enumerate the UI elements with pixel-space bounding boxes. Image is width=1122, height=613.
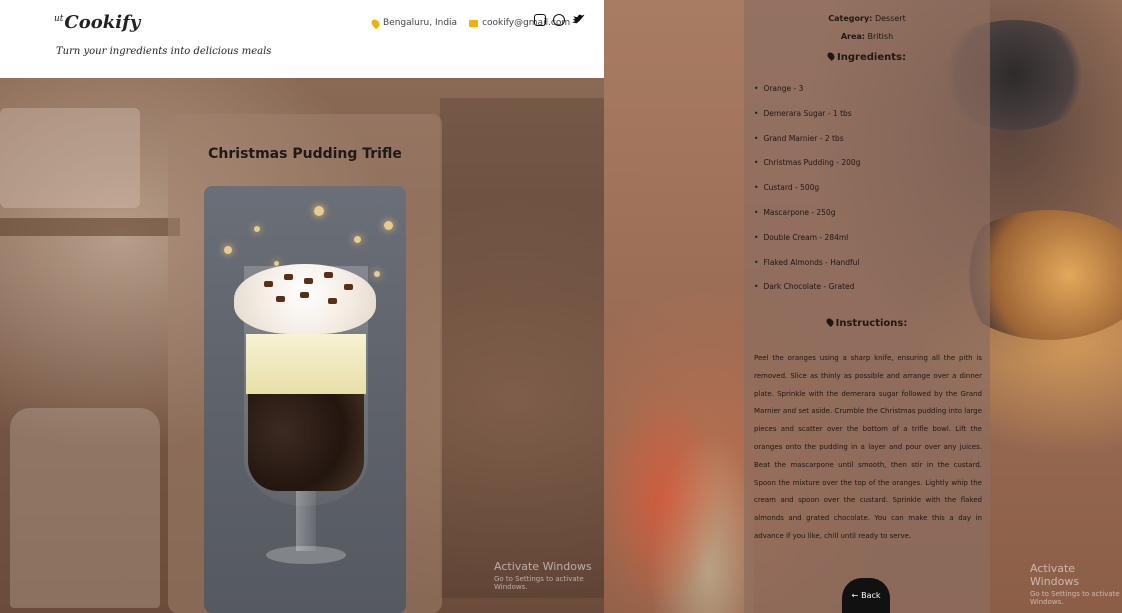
site-header: utCookify Turn your ingredients into del… xyxy=(0,0,604,78)
category-label: Category: xyxy=(828,14,873,23)
logo-text: Cookify xyxy=(64,12,141,33)
location: Bengaluru, India xyxy=(369,17,458,29)
watermark-subtitle: Go to Settings to activate Windows. xyxy=(1030,590,1120,606)
watermark-title: Activate Windows xyxy=(1030,562,1080,588)
recipe-details-view: Category: Dessert Area: British Ingredie… xyxy=(604,0,1122,613)
ingredients-list: Orange - 3 Demerara Sugar - 1 tbs Grand … xyxy=(754,82,860,305)
back-button[interactable]: ← Back xyxy=(842,578,890,613)
recipe-title: Christmas Pudding Trifle xyxy=(208,146,402,162)
ingredients-heading: Ingredients: xyxy=(744,51,990,63)
activate-windows-watermark: Activate Windows Go to Settings to activ… xyxy=(1030,562,1122,606)
list-item: Double Cream - 284ml xyxy=(754,231,860,256)
social-links xyxy=(534,14,585,26)
area-label: Area: xyxy=(840,32,865,41)
area-value: British xyxy=(867,32,894,41)
category: Category: Dessert xyxy=(744,14,990,23)
list-item: Custard - 500g xyxy=(754,181,860,206)
back-label: Back xyxy=(861,591,881,600)
ingredients-icon xyxy=(826,51,836,61)
list-item: Christmas Pudding - 200g xyxy=(754,156,860,181)
tagline: Turn your ingredients into delicious mea… xyxy=(56,46,272,57)
recipe-details-panel: Category: Dessert Area: British Ingredie… xyxy=(744,0,990,613)
watermark-subtitle: Go to Settings to activate Windows. xyxy=(494,575,584,591)
category-value: Dessert xyxy=(874,14,906,23)
whatsapp-icon[interactable] xyxy=(553,14,565,26)
list-item: Demerara Sugar - 1 tbs xyxy=(754,107,860,132)
list-item: Orange - 3 xyxy=(754,82,860,107)
mail-icon xyxy=(469,19,479,27)
activate-windows-watermark: Activate Windows Go to Settings to activ… xyxy=(494,560,604,591)
twitter-icon[interactable] xyxy=(572,14,585,24)
list-item: Flaked Almonds - Handful xyxy=(754,256,860,281)
list-item: Grand Marnier - 2 tbs xyxy=(754,132,860,157)
instructions-heading: Instructions: xyxy=(744,317,990,329)
ingredients-title: Ingredients: xyxy=(837,52,906,63)
watermark-title: Activate Windows xyxy=(494,560,592,573)
arrow-left-icon: ← xyxy=(851,591,859,600)
instructions-icon xyxy=(824,317,835,327)
area: Area: British xyxy=(744,32,990,41)
logo-superscript: ut xyxy=(54,14,64,24)
location-pin-icon xyxy=(369,17,382,29)
list-item: Mascarpone - 250g xyxy=(754,206,860,231)
logo[interactable]: utCookify xyxy=(54,12,140,33)
location-text: Bengaluru, India xyxy=(383,18,458,28)
recipe-image xyxy=(204,186,406,613)
recipe-card-view: utCookify Turn your ingredients into del… xyxy=(0,0,604,613)
instagram-icon[interactable] xyxy=(534,14,546,26)
list-item: Dark Chocolate - Grated xyxy=(754,280,860,305)
instructions-text: Peel the oranges using a sharp knife, en… xyxy=(754,354,982,540)
recipe-card: Christmas Pudding Trifle xyxy=(168,114,442,613)
instructions-title: Instructions: xyxy=(835,318,908,329)
